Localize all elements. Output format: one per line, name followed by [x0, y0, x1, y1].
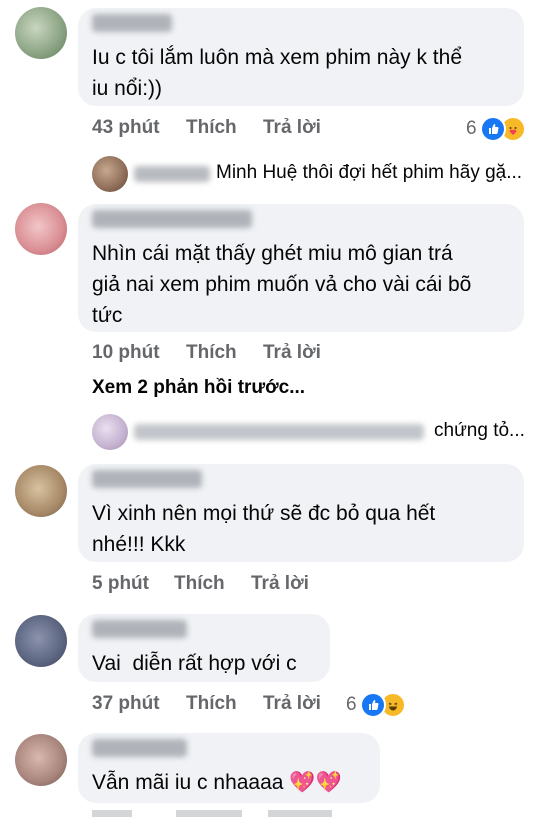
author-name-blurred[interactable] [92, 210, 252, 228]
comment-text: Iu c tôi lắm luôn mà xem phim này k thể … [92, 46, 462, 100]
like-button[interactable]: Thích [186, 342, 263, 364]
avatar [92, 156, 128, 192]
reaction-count: 6 [346, 694, 357, 715]
comment-text: Vẫn mãi iu c nhaaaa 💖💖 [92, 767, 342, 798]
reaction-summary[interactable]: 6 [346, 692, 406, 718]
reaction-summary[interactable]: 6 [466, 116, 526, 142]
like-button[interactable]: Thích [186, 693, 263, 715]
comment-bubble: Nhìn cái mặt thấy ghét miu mô gian trá g… [78, 204, 524, 332]
comment-bubble: Vẫn mãi iu c nhaaaa 💖💖 [78, 733, 380, 803]
reply-button[interactable]: Trả lời [263, 693, 321, 715]
comment-text: Nhìn cái mặt thấy ghét miu mô gian trá g… [92, 242, 472, 327]
avatar[interactable] [15, 7, 67, 59]
comment-actions: 5 phút Thích Trả lời [92, 573, 309, 595]
reply-preview[interactable]: Minh Huệ thôi đợi hết phim hãy gặ... [0, 154, 540, 194]
avatar [92, 414, 128, 450]
like-icon [479, 116, 506, 142]
author-name-blurred[interactable] [92, 620, 187, 638]
comment-bubble: Vì xinh nên mọi thứ sẽ đc bỏ qua hết nhé… [78, 464, 524, 562]
avatar[interactable] [15, 203, 67, 255]
author-name-blurred[interactable] [92, 739, 187, 757]
author-name-blurred[interactable] [92, 14, 172, 32]
comment-actions: 43 phút Thích Trả lời [92, 117, 321, 139]
comment-time[interactable]: 10 phút [92, 342, 186, 364]
cut-off-meta-row [92, 810, 332, 817]
like-button[interactable]: Thích [186, 117, 263, 139]
view-previous-replies-link[interactable]: Xem 2 phản hồi trước... [92, 377, 305, 399]
reply-button[interactable]: Trả lời [251, 573, 309, 595]
comment-bubble: Iu c tôi lắm luôn mà xem phim này k thể … [78, 8, 524, 106]
comment-time[interactable]: 5 phút [92, 573, 174, 595]
like-icon [359, 692, 386, 718]
comment-text: Vai diễn rất hợp với c [92, 652, 297, 675]
reaction-count: 6 [466, 118, 477, 139]
reply-author-blurred [134, 166, 210, 182]
comment-time[interactable]: 37 phút [92, 693, 186, 715]
reply-button[interactable]: Trả lời [263, 342, 321, 364]
reply-text: chứng tỏ... [434, 420, 525, 441]
reply-text: Minh Huệ thôi đợi hết phim hãy gặ... [216, 162, 523, 183]
comment-actions: 37 phút Thích Trả lời [92, 693, 321, 715]
avatar[interactable] [15, 465, 67, 517]
reply-preview[interactable]: chứng tỏ... [0, 412, 540, 452]
comment-time[interactable]: 43 phút [92, 117, 186, 139]
like-button[interactable]: Thích [174, 573, 251, 595]
author-name-blurred[interactable] [92, 470, 202, 488]
comment-bubble: Vai diễn rất hợp với c [78, 614, 330, 682]
reply-button[interactable]: Trả lời [263, 117, 321, 139]
comment-text: Vì xinh nên mọi thứ sẽ đc bỏ qua hết nhé… [92, 502, 436, 556]
avatar[interactable] [15, 615, 67, 667]
comment-text-content: Vẫn mãi iu c nhaaaa [92, 771, 284, 794]
heart-emoji: 💖💖 [289, 771, 342, 794]
avatar[interactable] [15, 734, 67, 786]
comment-actions: 10 phút Thích Trả lời [92, 342, 321, 364]
reply-author-blurred [134, 424, 424, 440]
